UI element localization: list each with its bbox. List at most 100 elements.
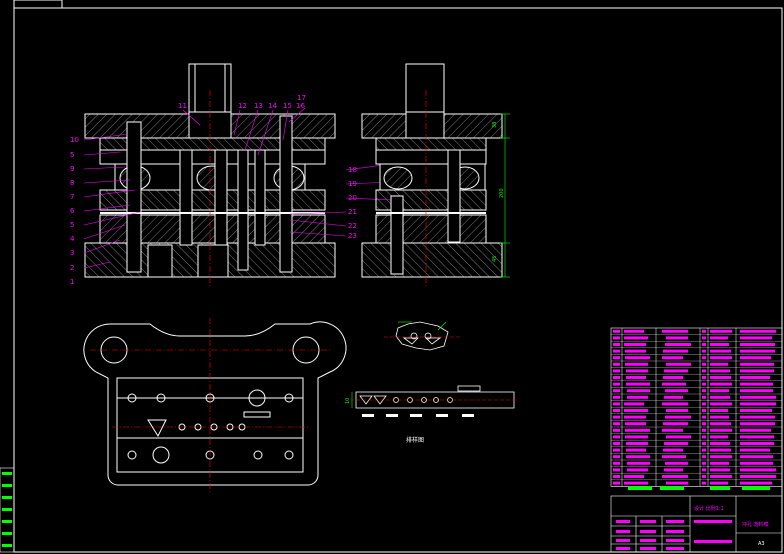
parts-list-cell <box>702 402 706 406</box>
parts-list-cell <box>702 382 706 386</box>
parts-list-cell <box>613 409 620 412</box>
title-drawing-no: A3 <box>758 541 765 547</box>
parts-list-cell <box>663 349 688 353</box>
parts-list-cell <box>710 402 732 406</box>
parts-list-cell <box>665 389 688 393</box>
parts-list-cell <box>702 343 706 346</box>
parts-list-cell <box>613 422 620 426</box>
parts-list-cell <box>702 461 706 465</box>
parts-list-cell <box>613 435 620 439</box>
parts-list-cell <box>627 468 648 472</box>
side-section-view <box>361 63 503 278</box>
parts-list-cell <box>627 389 650 393</box>
parts-list-cell <box>625 422 646 426</box>
strip-dimension-text: 10 <box>345 398 351 404</box>
parts-list-cell <box>702 442 706 445</box>
parts-list-cell <box>710 481 728 485</box>
part-label: 3 <box>70 249 74 257</box>
parts-list-cell <box>664 468 683 472</box>
parts-list-cell <box>665 343 691 346</box>
parts-list-cell <box>627 395 648 399</box>
parts-list-cell <box>665 461 688 465</box>
parts-list-cell <box>666 336 688 340</box>
parts-list-cell <box>702 468 706 472</box>
parts-list-cell <box>740 369 774 373</box>
parts-list-cell <box>702 329 706 333</box>
parts-list-cell <box>740 461 773 465</box>
parts-list-cell <box>624 481 648 485</box>
part-label: 23 <box>348 232 357 240</box>
parts-list-cell <box>663 376 683 379</box>
parts-list-cell <box>626 442 648 445</box>
part-label: 20 <box>348 194 357 202</box>
parts-list-cell <box>625 349 646 353</box>
parts-list-cell <box>624 415 646 419</box>
parts-list-cell <box>710 468 730 472</box>
parts-list-cell <box>626 448 646 452</box>
parts-list-cell <box>613 329 620 333</box>
title-name-text: 冲孔 落料模 <box>742 521 769 528</box>
part-label: 5 <box>70 151 74 159</box>
parts-list-cell <box>702 481 706 485</box>
parts-list-cell <box>740 356 771 360</box>
parts-list-cell <box>624 336 648 340</box>
parts-list-cell <box>710 356 732 360</box>
parts-list-cell <box>613 475 620 478</box>
parts-list-cell <box>710 428 732 432</box>
parts-list-cell <box>710 336 728 340</box>
parts-list-cell <box>666 481 688 485</box>
parts-list-cell <box>710 455 732 459</box>
parts-list-cell <box>624 475 644 478</box>
parts-list-cell <box>702 336 706 340</box>
part-label: 18 <box>348 166 357 174</box>
parts-list-cell <box>613 349 620 353</box>
parts-list-cell <box>710 448 731 452</box>
strip-caption: 排样图 <box>406 436 424 444</box>
part-label: 1 <box>70 278 74 286</box>
part-label: 5 <box>70 221 74 229</box>
parts-list-cell <box>666 362 691 366</box>
parts-list-cell <box>710 369 730 373</box>
part-label: 9 <box>70 165 74 173</box>
parts-list-cell <box>613 448 620 452</box>
parts-list-cell <box>613 442 620 445</box>
parts-list-cell <box>664 395 683 399</box>
parts-list-cell <box>702 362 706 366</box>
part-label: 6 <box>70 207 75 215</box>
parts-list-cell <box>613 395 620 399</box>
parts-list-cell <box>626 382 650 386</box>
margin-stamp <box>0 467 15 553</box>
parts-list-cell <box>710 362 728 366</box>
part-sketch-marks <box>398 321 447 331</box>
parts-list-cell <box>625 362 648 366</box>
parts-list-cell <box>626 376 646 379</box>
part-label: 2 <box>70 264 74 272</box>
parts-list-cell <box>702 448 706 452</box>
dimension-text: 38 <box>492 122 498 128</box>
part-label: 8 <box>70 179 74 187</box>
parts-list-cell <box>710 382 732 386</box>
parts-list-cell <box>710 461 729 465</box>
strip-layout <box>355 385 515 409</box>
parts-list-cell <box>740 382 773 386</box>
parts-list-cell <box>702 356 706 360</box>
parts-list-cell <box>710 376 731 379</box>
parts-list-cell <box>710 389 729 393</box>
parts-list-cell <box>710 395 730 399</box>
part-label: 12 <box>238 102 247 110</box>
parts-list-cell <box>740 455 773 459</box>
parts-list-cell <box>710 422 731 426</box>
parts-list-cell <box>702 395 706 399</box>
parts-list-cell <box>702 389 706 393</box>
parts-list-cell <box>662 382 686 386</box>
parts-list-cell <box>702 428 706 432</box>
parts-list-cell <box>625 356 650 360</box>
part-sketch <box>395 321 449 351</box>
parts-list-cell <box>710 329 732 333</box>
part-label: 13 <box>254 102 263 110</box>
parts-list-cell <box>624 329 644 333</box>
parts-list-cell <box>740 395 776 399</box>
parts-list-cell <box>613 343 620 346</box>
strip-slugs <box>362 414 474 417</box>
parts-list-cell <box>662 455 686 459</box>
